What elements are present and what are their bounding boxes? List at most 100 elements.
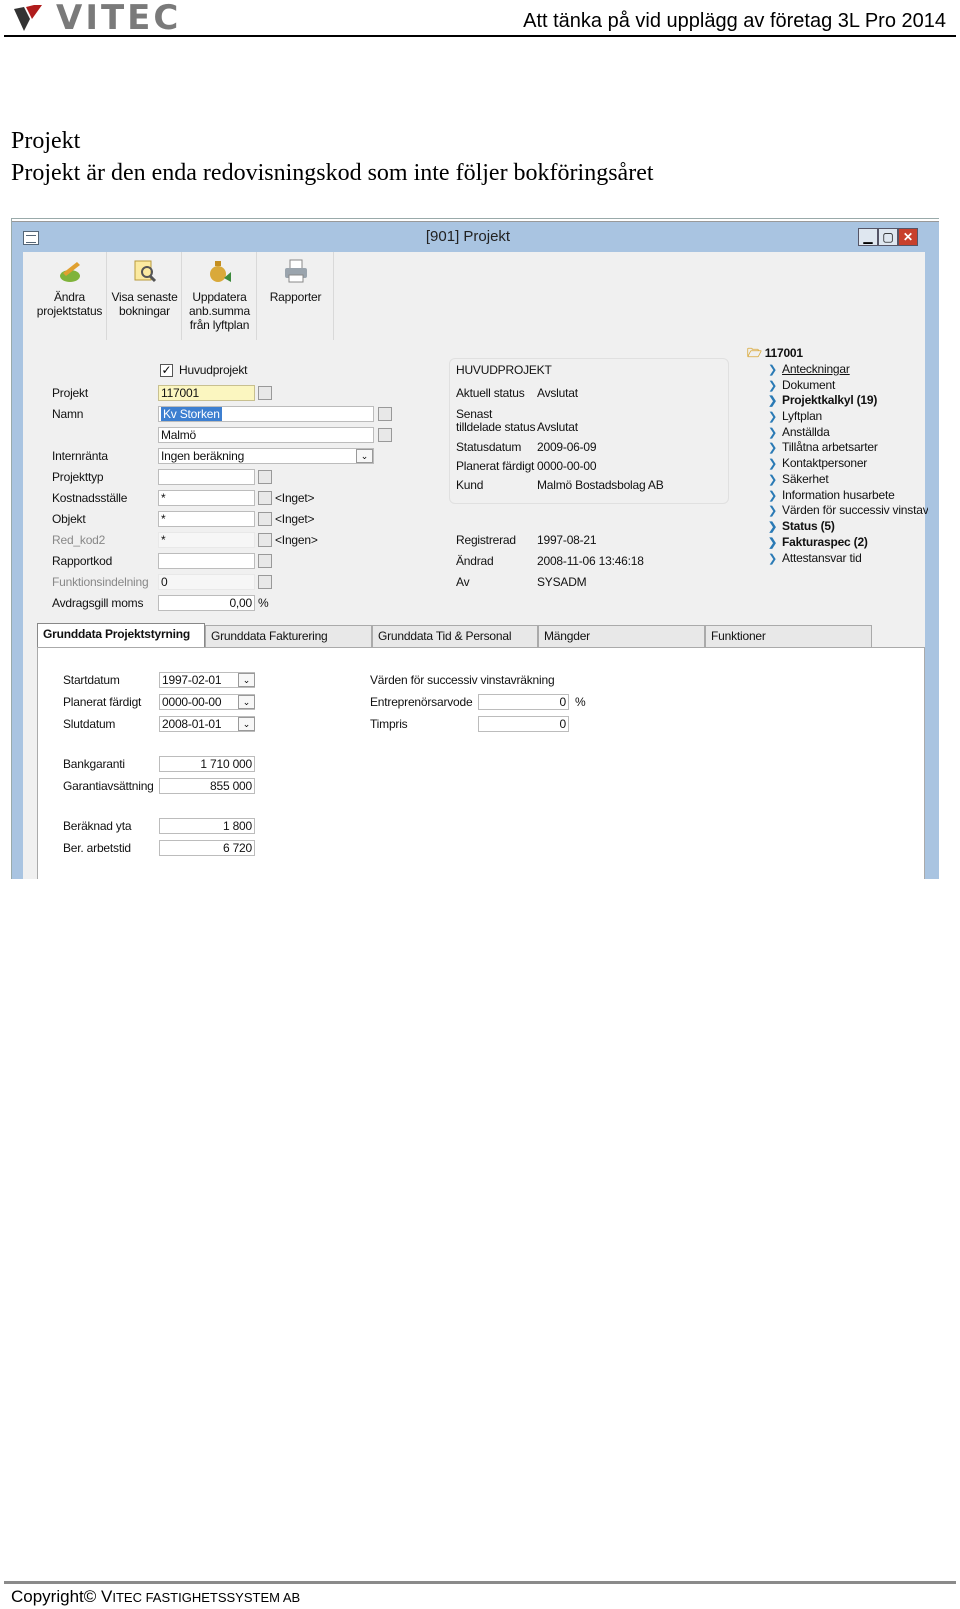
objekt-lookup-button[interactable] [258, 512, 272, 526]
planerat-fardigt-panel-label: Planerat färdigt [63, 695, 142, 709]
tab-mangder[interactable]: Mängder [538, 625, 705, 647]
tab-grunddata-fakturering[interactable]: Grunddata Fakturering [205, 625, 372, 647]
redkod2-field[interactable]: * [158, 532, 255, 548]
senast-status-value: Avslutat [537, 420, 578, 434]
ber-arbetstid-label: Ber. arbetstid [63, 841, 131, 855]
minimize-icon[interactable]: ▁ [858, 228, 878, 246]
kund-value: Malmö Bostadsbolag AB [537, 478, 664, 492]
avdragsgill-moms-unit: % [258, 596, 269, 610]
tab-grunddata-projektstyrning[interactable]: Grunddata Projektstyrning [37, 623, 205, 647]
bankgaranti-label: Bankgaranti [63, 757, 125, 771]
projekt-lookup-button[interactable] [258, 386, 272, 400]
avdragsgill-moms-field[interactable]: 0,00 [158, 595, 255, 611]
tree-item[interactable]: ❯ Dokument [768, 378, 835, 392]
senast-label-line1: Senast [456, 407, 493, 421]
vitec-logo-text: VITEC [56, 0, 182, 38]
rapportkod-label: Rapportkod [52, 554, 113, 568]
tree-item[interactable]: ❯ Tillåtna arbetsarter [768, 440, 878, 454]
tree-item[interactable]: ❯ Anteckningar [768, 362, 850, 376]
objekt-field[interactable]: * [158, 511, 255, 527]
namn2-language-button[interactable] [378, 428, 392, 442]
rapportkod-lookup-button[interactable] [258, 554, 272, 568]
view-bookings-icon [132, 258, 158, 284]
kostnadsstalle-field[interactable]: * [158, 490, 255, 506]
calendar-dropdown-icon[interactable]: ⌄ [238, 717, 255, 731]
header-divider [4, 35, 956, 37]
tab-grunddata-tid-personal[interactable]: Grunddata Tid & Personal [372, 625, 538, 647]
ber-arbetstid-field[interactable]: 6 720 [159, 840, 255, 856]
chevron-right-icon: ❯ [768, 458, 778, 470]
tree-item[interactable]: ❯ Fakturaspec (2) [768, 535, 868, 549]
varden-successiv-title: Värden för successiv vinstavräkning [370, 673, 555, 687]
view-bookings-label: Visa senaste bokningar [111, 290, 178, 318]
statusdatum-label: Statusdatum [456, 440, 522, 454]
beraknad-yta-label: Beräknad yta [63, 819, 132, 833]
document-header-title: Att tänka på vid upplägg av företag 3L P… [523, 10, 946, 32]
tree-item[interactable]: ❯ Information husarbete [768, 488, 895, 502]
internranta-select[interactable]: Ingen beräkning [158, 448, 374, 464]
window-client-area: Ändra projektstatus Visa senaste bokning… [23, 252, 928, 879]
tree-item[interactable]: ❯ Status (5) [768, 519, 835, 533]
tree-item[interactable]: ❯ Lyftplan [768, 409, 822, 423]
copyright-footer: Copyright© VITEC FASTIGHETSSYSTEM AB [11, 1587, 300, 1607]
av-label: Av [456, 575, 470, 589]
avdragsgill-moms-label: Avdragsgill moms [52, 596, 144, 610]
update-sum-button[interactable]: Uppdatera anb.summa från lyftplan [183, 252, 257, 340]
tab-funktioner[interactable]: Funktioner [705, 625, 872, 647]
chevron-right-icon: ❯ [768, 364, 778, 376]
projekttyp-lookup-button[interactable] [258, 470, 272, 484]
huvudprojekt-label: Huvudprojekt [179, 363, 248, 377]
calendar-dropdown-icon[interactable]: ⌄ [238, 673, 255, 687]
tree-item[interactable]: ❯ Anställda [768, 425, 830, 439]
namn2-field[interactable]: Malmö [158, 427, 374, 443]
timpris-field[interactable]: 0 [478, 716, 569, 732]
entreprenorsarvode-field[interactable]: 0 [478, 694, 569, 710]
chevron-right-icon: ❯ [768, 490, 778, 502]
statusdatum-value: 2009-06-09 [537, 440, 597, 454]
copyright-company: ITEC FASTIGHETSSYSTEM AB [112, 1590, 301, 1605]
reports-button[interactable]: Rapporter [258, 252, 334, 340]
funktionsindelning-lookup-button[interactable] [258, 575, 272, 589]
tree-item[interactable]: ❯ Projektkalkyl (19) [768, 393, 877, 407]
projekt-field[interactable]: 117001 [158, 385, 255, 401]
chevron-right-icon: ❯ [768, 395, 778, 407]
calendar-dropdown-icon[interactable]: ⌄ [238, 695, 255, 709]
rapportkod-field[interactable] [158, 553, 255, 569]
tab-panel: Startdatum 1997-02-01 ⌄ Planerat färdigt… [37, 647, 925, 879]
maximize-icon[interactable]: ▢ [878, 228, 898, 246]
kostnadsstalle-lookup-button[interactable] [258, 491, 272, 505]
redkod2-lookup-button[interactable] [258, 533, 272, 547]
funktionsindelning-field[interactable]: 0 [158, 574, 255, 590]
kostnadsstalle-desc: <Inget> [275, 491, 315, 505]
update-sum-icon [207, 258, 233, 284]
chevron-right-icon: ❯ [768, 380, 778, 392]
window-titlebar: [901] Projekt ▁ ▢ ✕ [12, 222, 939, 252]
tree-item[interactable]: ❯ Kontaktpersoner [768, 456, 867, 470]
aktuell-status-value: Avslutat [537, 386, 578, 400]
bankgaranti-field[interactable]: 1 710 000 [159, 756, 255, 772]
tree-item[interactable]: ❯ Säkerhet [768, 472, 829, 486]
huvudprojekt-checkbox[interactable]: ✓ [160, 364, 173, 377]
objekt-desc: <Inget> [275, 512, 315, 526]
senast-label-line2: tilldelade status [456, 420, 536, 434]
projekttyp-field[interactable] [158, 469, 255, 485]
close-icon[interactable]: ✕ [898, 228, 918, 246]
reports-label: Rapporter [269, 290, 322, 304]
garantiavsattning-field[interactable]: 855 000 [159, 778, 255, 794]
huvudprojekt-title: HUVUDPROJEKT [456, 363, 552, 377]
view-bookings-button[interactable]: Visa senaste bokningar [108, 252, 182, 340]
planerat-fardigt-value: 0000-00-00 [537, 459, 597, 473]
tree-list: ❯ Anteckningar ❯ Dokument ❯ Projektkalkyl (… [768, 362, 928, 572]
beraknad-yta-field[interactable]: 1 800 [159, 818, 255, 834]
chevron-down-icon[interactable]: ⌄ [356, 449, 373, 463]
change-status-button[interactable]: Ändra projektstatus [33, 252, 107, 340]
aktuell-status-label: Aktuell status [456, 386, 525, 400]
footer-divider [4, 1581, 956, 1584]
chevron-right-icon: ❯ [768, 427, 778, 439]
tree-item[interactable]: ❯ Attestansvar tid [768, 551, 862, 565]
namn-language-button[interactable] [378, 407, 392, 421]
av-value: SYSADM [537, 575, 587, 589]
tree-item[interactable]: ❯ Värden för successiv vinstavrä [768, 503, 928, 517]
namn-field[interactable]: Kv Storken [158, 406, 374, 422]
planerat-fardigt-label: Planerat färdigt [456, 459, 535, 473]
